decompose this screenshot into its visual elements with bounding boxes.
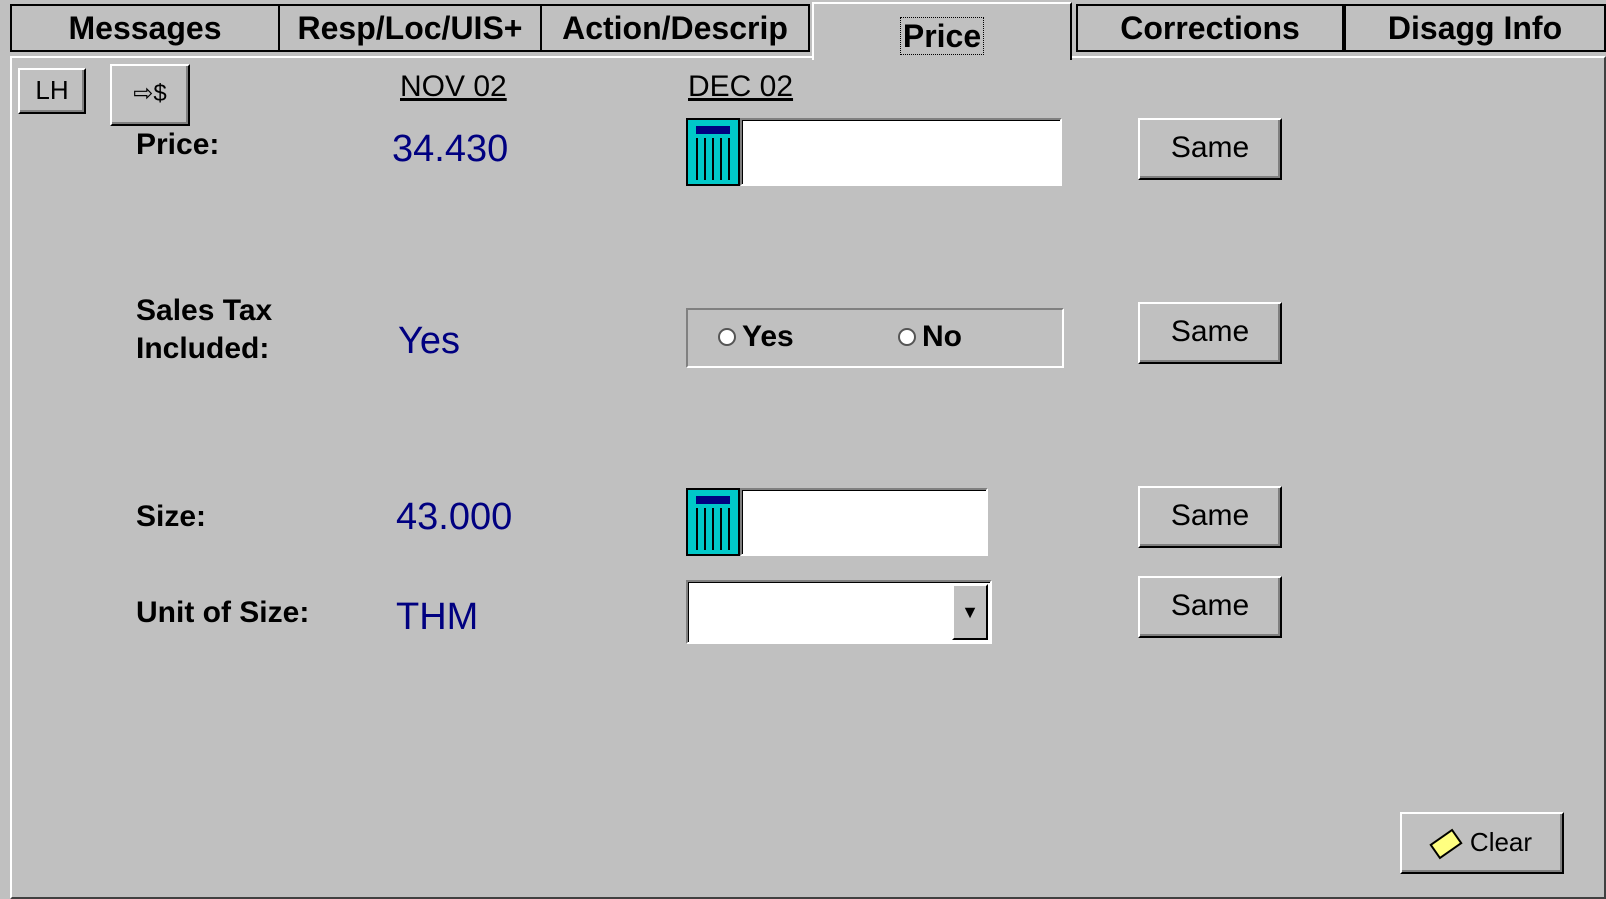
- lh-button[interactable]: LH: [18, 68, 86, 114]
- clear-button[interactable]: Clear: [1400, 812, 1564, 874]
- tab-label: Resp/Loc/UIS+: [297, 10, 523, 46]
- current-period-header: DEC 02: [688, 70, 794, 103]
- same-label: Same: [1170, 315, 1250, 348]
- tab-label: Price: [899, 17, 985, 55]
- arrow-dollar-icon: ⇨$: [133, 80, 167, 107]
- tab-action-descrip[interactable]: Action/Descrip: [540, 4, 810, 52]
- unit-of-size-label: Unit of Size:: [136, 596, 310, 629]
- tab-label: Messages: [68, 10, 222, 46]
- tab-bar: Messages Resp/Loc/UIS+ Action/Descrip Pr…: [0, 0, 1606, 60]
- price-same-button[interactable]: Same: [1138, 118, 1282, 180]
- same-label: Same: [1170, 589, 1250, 622]
- lh-button-label: LH: [35, 75, 69, 105]
- tab-price[interactable]: Price: [812, 2, 1072, 60]
- sales-tax-no-radio[interactable]: No: [898, 320, 962, 354]
- price-input[interactable]: [740, 118, 1062, 186]
- sales-tax-label-line2: Included:: [136, 332, 270, 365]
- chevron-down-icon[interactable]: ▼: [952, 584, 988, 640]
- sales-tax-same-button[interactable]: Same: [1138, 302, 1282, 364]
- eraser-icon: [1429, 828, 1463, 860]
- price-prior-value: 34.430: [392, 128, 509, 170]
- tab-label: Action/Descrip: [562, 10, 788, 46]
- tab-messages[interactable]: Messages: [10, 4, 280, 52]
- same-label: Same: [1170, 499, 1250, 532]
- convert-to-dollar-button[interactable]: ⇨$: [110, 64, 190, 126]
- tab-label: Corrections: [1120, 10, 1300, 46]
- radio-circle-icon: [718, 328, 736, 346]
- prior-period-header: NOV 02: [400, 70, 507, 103]
- yes-label: Yes: [742, 320, 794, 353]
- unit-of-size-dropdown[interactable]: ▼: [686, 580, 992, 644]
- radio-circle-icon: [898, 328, 916, 346]
- same-label: Same: [1170, 131, 1250, 164]
- tab-resp-loc-uis[interactable]: Resp/Loc/UIS+: [278, 4, 542, 52]
- size-same-button[interactable]: Same: [1138, 486, 1282, 548]
- tab-corrections[interactable]: Corrections: [1076, 4, 1344, 52]
- sales-tax-label: Sales Tax Included:: [136, 292, 272, 368]
- sales-tax-prior-value: Yes: [398, 320, 460, 362]
- calculator-icon[interactable]: [686, 118, 740, 186]
- tab-disagg-info[interactable]: Disagg Info: [1344, 4, 1606, 52]
- size-input[interactable]: [740, 488, 988, 556]
- no-label: No: [922, 320, 962, 353]
- clear-label: Clear: [1469, 827, 1533, 857]
- unit-of-size-prior-value: THM: [396, 596, 479, 638]
- calculator-icon[interactable]: [686, 488, 740, 556]
- tab-label: Disagg Info: [1387, 10, 1563, 46]
- size-prior-value: 43.000: [396, 496, 513, 538]
- size-label: Size:: [136, 500, 207, 533]
- sales-tax-radio-group: Yes No: [686, 308, 1064, 368]
- sales-tax-yes-radio[interactable]: Yes: [718, 320, 794, 354]
- unit-of-size-same-button[interactable]: Same: [1138, 576, 1282, 638]
- price-label: Price:: [136, 128, 220, 161]
- sales-tax-label-line1: Sales Tax: [136, 294, 273, 327]
